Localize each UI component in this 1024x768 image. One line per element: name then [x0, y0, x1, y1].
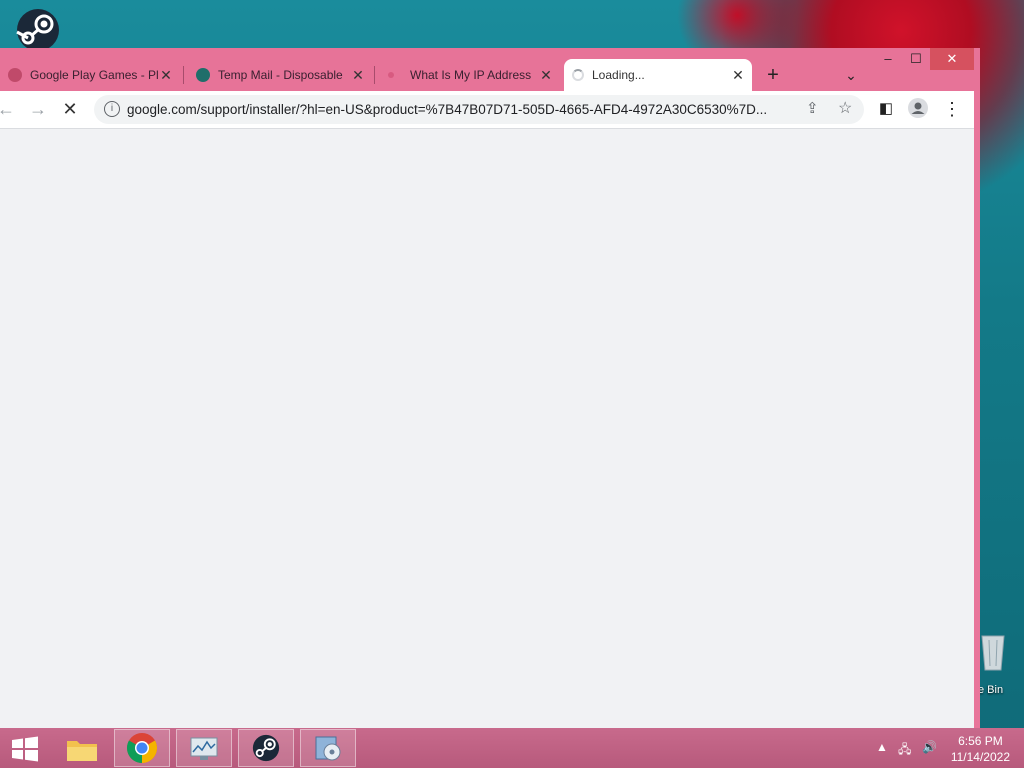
network-icon[interactable]: 🖧	[898, 740, 911, 761]
tab-close-icon[interactable]: ✕	[350, 67, 366, 84]
menu-kebab-icon[interactable]: ⋮	[940, 97, 964, 121]
chrome-taskbar-icon[interactable]	[114, 729, 170, 767]
url-text: google.com/support/installer/?hl=en-US&p…	[127, 102, 768, 117]
clock-time: 6:56 PM	[958, 734, 1003, 748]
tab-title: Temp Mail - Disposable	[218, 68, 343, 82]
address-bar[interactable]: i google.com/support/installer/?hl=en-US…	[94, 95, 864, 124]
loading-spinner-icon	[572, 69, 584, 81]
show-hidden-icons-icon[interactable]: ▲	[876, 740, 888, 754]
tab-favicon-icon	[196, 68, 210, 82]
tab-favicon-icon	[8, 68, 22, 82]
browser-toolbar: ← → ✕ i google.com/support/installer/?hl…	[0, 91, 974, 129]
tab-what-is-my-ip[interactable]: What Is My IP Address ✕	[380, 59, 560, 91]
tab-title: Loading...	[592, 68, 645, 82]
close-window-button[interactable]: ✕	[930, 48, 974, 70]
tab-close-icon[interactable]: ✕	[538, 67, 554, 84]
tab-strip: Google Play Games - Pl ✕ Temp Mail - Dis…	[0, 48, 980, 91]
clock-date: 11/14/2022	[950, 750, 1010, 764]
forward-arrow-icon[interactable]: →	[26, 97, 50, 121]
tab-loading[interactable]: Loading... ✕	[564, 59, 752, 91]
back-arrow-icon[interactable]: ←	[0, 97, 18, 121]
tab-close-icon[interactable]: ✕	[158, 67, 174, 84]
site-info-icon[interactable]: i	[104, 101, 120, 117]
installer-taskbar-icon[interactable]	[300, 729, 356, 767]
bookmark-star-icon[interactable]: ☆	[838, 98, 852, 118]
tab-favicon-icon	[388, 72, 394, 78]
steam-desktop-icon[interactable]	[14, 8, 62, 52]
profile-avatar-icon[interactable]	[906, 97, 930, 121]
minimize-button[interactable]: –	[874, 48, 902, 70]
start-button[interactable]	[0, 729, 50, 767]
tab-search-chevron-icon[interactable]: ⌄	[840, 64, 862, 86]
tab-title: Google Play Games - Pl	[30, 68, 158, 82]
system-clock[interactable]: 6:56 PM 11/14/2022	[951, 733, 1010, 765]
tab-temp-mail[interactable]: Temp Mail - Disposable ✕	[188, 59, 372, 91]
side-panel-icon[interactable]: ◧	[874, 97, 898, 121]
page-content	[0, 129, 974, 731]
file-explorer-taskbar-icon[interactable]	[54, 729, 110, 767]
resource-monitor-taskbar-icon[interactable]	[176, 729, 232, 767]
share-icon[interactable]: ⇪	[806, 99, 819, 117]
steam-taskbar-icon[interactable]	[238, 729, 294, 767]
recycle-bin-label: e Bin	[978, 684, 1004, 696]
taskbar: ▲ 🖧 🔊 6:56 PM 11/14/2022	[0, 728, 1024, 768]
tab-close-icon[interactable]: ✕	[730, 67, 746, 84]
stop-loading-icon[interactable]: ✕	[58, 97, 82, 121]
volume-icon[interactable]: 🔊	[922, 740, 937, 754]
tab-google-play-games[interactable]: Google Play Games - Pl ✕	[0, 59, 180, 91]
maximize-button[interactable]: ☐	[902, 48, 930, 70]
browser-window: Google Play Games - Pl ✕ Temp Mail - Dis…	[0, 48, 980, 731]
tab-title: What Is My IP Address	[410, 68, 532, 82]
new-tab-button[interactable]: +	[762, 64, 784, 86]
